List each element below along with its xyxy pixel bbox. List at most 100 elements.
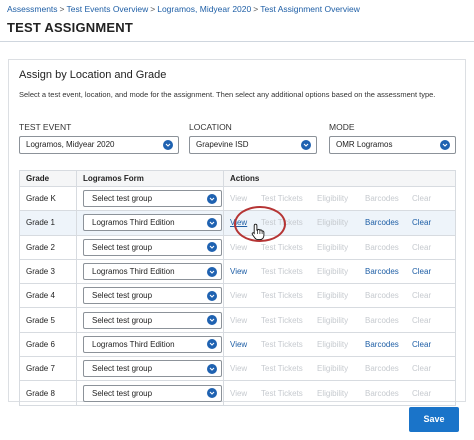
breadcrumb-separator: > bbox=[253, 4, 259, 14]
location-value: Grapevine ISD bbox=[196, 140, 249, 149]
action-eligibility-link: Eligibility bbox=[317, 315, 349, 325]
breadcrumb-test-assignment-overview[interactable]: Test Assignment Overview bbox=[260, 4, 360, 14]
grade-cell: Grade 1 bbox=[19, 210, 77, 236]
form-select-value: Select test group bbox=[92, 364, 153, 374]
action-view-link: View bbox=[230, 194, 248, 204]
actions-cell: View Test Tickets Eligibility Barcodes Clear bbox=[223, 307, 456, 333]
breadcrumb-separator: > bbox=[59, 4, 65, 14]
form-cell: Logramos Third Edition bbox=[76, 210, 224, 236]
chevron-down-icon bbox=[207, 193, 217, 204]
action-barcodes-link: Barcodes bbox=[365, 388, 399, 398]
action-barcodes-link: Barcodes bbox=[365, 242, 399, 252]
form-select-value: Logramos Third Edition bbox=[92, 267, 175, 277]
form-cell: Select test group bbox=[76, 185, 224, 212]
action-barcodes-link[interactable]: Barcodes bbox=[365, 340, 412, 349]
actions-column-header: Actions bbox=[223, 170, 456, 187]
form-select-value: Select test group bbox=[92, 388, 153, 398]
action-clear-link: Clear bbox=[412, 315, 432, 325]
breadcrumb-separator: > bbox=[150, 4, 156, 14]
table-row: Grade 5 Select test group View Test Tickets… bbox=[19, 307, 456, 333]
grade-cell: Grade 6 bbox=[19, 331, 77, 358]
mode-value: OMR Logramos bbox=[336, 140, 393, 149]
test-event-select[interactable]: Logramos, Midyear 2020 bbox=[19, 136, 179, 154]
form-cell: Select test group bbox=[76, 307, 224, 333]
action-view-link[interactable]: View bbox=[230, 267, 261, 276]
action-barcodes-link: Barcodes bbox=[365, 364, 399, 374]
action-barcodes-link[interactable]: Barcodes bbox=[365, 267, 412, 276]
chevron-down-icon bbox=[207, 363, 217, 374]
location-select[interactable]: Grapevine ISD bbox=[189, 136, 317, 154]
action-eligibility-link: Eligibility bbox=[317, 364, 349, 374]
table-row: Grade 7 Select test group View Test Tickets… bbox=[19, 356, 456, 382]
grade-cell: Grade 8 bbox=[19, 380, 77, 406]
action-eligibility-link: Eligibility bbox=[317, 242, 349, 252]
form-select[interactable]: Select test group bbox=[83, 384, 222, 402]
actions-cell: View Test Tickets Eligibility Barcodes Clear bbox=[223, 331, 456, 358]
breadcrumb-test-event[interactable]: Logramos, Midyear 2020 bbox=[157, 4, 251, 14]
action-view-link: View bbox=[230, 388, 248, 398]
action-test-tickets-link: Test Tickets bbox=[261, 339, 303, 349]
breadcrumb-assessments[interactable]: Assessments bbox=[7, 4, 58, 14]
form-select-value: Logramos Third Edition bbox=[92, 218, 175, 228]
form-select[interactable]: Logramos Third Edition bbox=[83, 263, 222, 281]
form-select-value: Select test group bbox=[92, 291, 153, 301]
hand-cursor-icon bbox=[251, 223, 265, 246]
form-select[interactable]: Logramos Third Edition bbox=[83, 214, 222, 232]
action-clear-link: Clear bbox=[412, 364, 432, 374]
action-eligibility-link: Eligibility bbox=[317, 218, 349, 228]
chevron-down-icon bbox=[207, 266, 217, 277]
breadcrumb-test-events-overview[interactable]: Test Events Overview bbox=[67, 4, 149, 14]
action-clear-link[interactable]: Clear bbox=[412, 340, 436, 349]
title-divider bbox=[0, 41, 474, 42]
form-select[interactable]: Select test group bbox=[83, 311, 222, 329]
form-select[interactable]: Select test group bbox=[83, 287, 222, 305]
grade-column-header: Grade bbox=[19, 170, 77, 187]
save-button[interactable]: Save bbox=[409, 407, 459, 432]
chevron-down-icon bbox=[207, 242, 217, 253]
action-test-tickets-link: Test Tickets bbox=[261, 291, 303, 301]
chevron-down-icon bbox=[207, 315, 217, 326]
action-test-tickets-link: Test Tickets bbox=[261, 242, 303, 252]
action-view-link: View bbox=[230, 291, 248, 301]
action-test-tickets-link: Test Tickets bbox=[261, 194, 303, 204]
mode-select[interactable]: OMR Logramos bbox=[329, 136, 456, 154]
action-test-tickets-link: Test Tickets bbox=[261, 388, 303, 398]
action-barcodes-link: Barcodes bbox=[365, 315, 399, 325]
action-view-link[interactable]: View bbox=[230, 340, 261, 349]
action-barcodes-link: Barcodes bbox=[365, 291, 399, 301]
actions-cell: View Test Tickets Eligibility Barcodes Clear bbox=[223, 258, 456, 285]
action-view-link: View bbox=[230, 315, 248, 325]
form-column-header: Logramos Form bbox=[76, 170, 224, 187]
location-label: LOCATION bbox=[189, 122, 232, 132]
action-barcodes-link[interactable]: Barcodes bbox=[365, 218, 412, 227]
table-row: Grade 6 Logramos Third Edition View Test Ti… bbox=[19, 331, 456, 358]
chevron-down-icon bbox=[163, 140, 173, 150]
actions-cell: View Test Tickets Eligibility Barcodes Clear bbox=[223, 356, 456, 382]
chevron-down-icon bbox=[440, 140, 450, 150]
grade-cell: Grade 4 bbox=[19, 283, 77, 309]
action-test-tickets-link: Test Tickets bbox=[261, 267, 303, 277]
page-title: TEST ASSIGNMENT bbox=[7, 20, 134, 35]
actions-cell: View Test Tickets Eligibility Barcodes Clear bbox=[223, 380, 456, 406]
form-cell: Select test group bbox=[76, 356, 224, 382]
test-event-value: Logramos, Midyear 2020 bbox=[26, 140, 115, 149]
table-header-row: Grade Logramos Form Actions bbox=[19, 170, 456, 187]
action-clear-link[interactable]: Clear bbox=[412, 267, 436, 276]
form-select[interactable]: Select test group bbox=[83, 190, 222, 208]
action-eligibility-link: Eligibility bbox=[317, 339, 349, 349]
grade-assignment-table: Grade Logramos Form Actions Grade K Selec… bbox=[19, 170, 456, 406]
breadcrumb: Assessments > Test Events Overview > Logramo… bbox=[7, 4, 360, 14]
grade-cell: Grade K bbox=[19, 185, 77, 212]
action-clear-link[interactable]: Clear bbox=[412, 218, 436, 227]
action-clear-link: Clear bbox=[412, 388, 432, 398]
table-row: Grade 3 Logramos Third Edition View Test Ti… bbox=[19, 258, 456, 285]
action-eligibility-link: Eligibility bbox=[317, 194, 349, 204]
form-select[interactable]: Select test group bbox=[83, 360, 222, 378]
form-cell: Logramos Third Edition bbox=[76, 258, 224, 285]
action-eligibility-link: Eligibility bbox=[317, 267, 349, 277]
action-eligibility-link: Eligibility bbox=[317, 291, 349, 301]
table-row: Grade 2 Select test group View Test Tickets… bbox=[19, 234, 456, 260]
form-select[interactable]: Select test group bbox=[83, 238, 222, 256]
actions-cell: View Test Tickets Eligibility Barcodes Clear bbox=[223, 283, 456, 309]
form-select[interactable]: Logramos Third Edition bbox=[83, 335, 222, 353]
